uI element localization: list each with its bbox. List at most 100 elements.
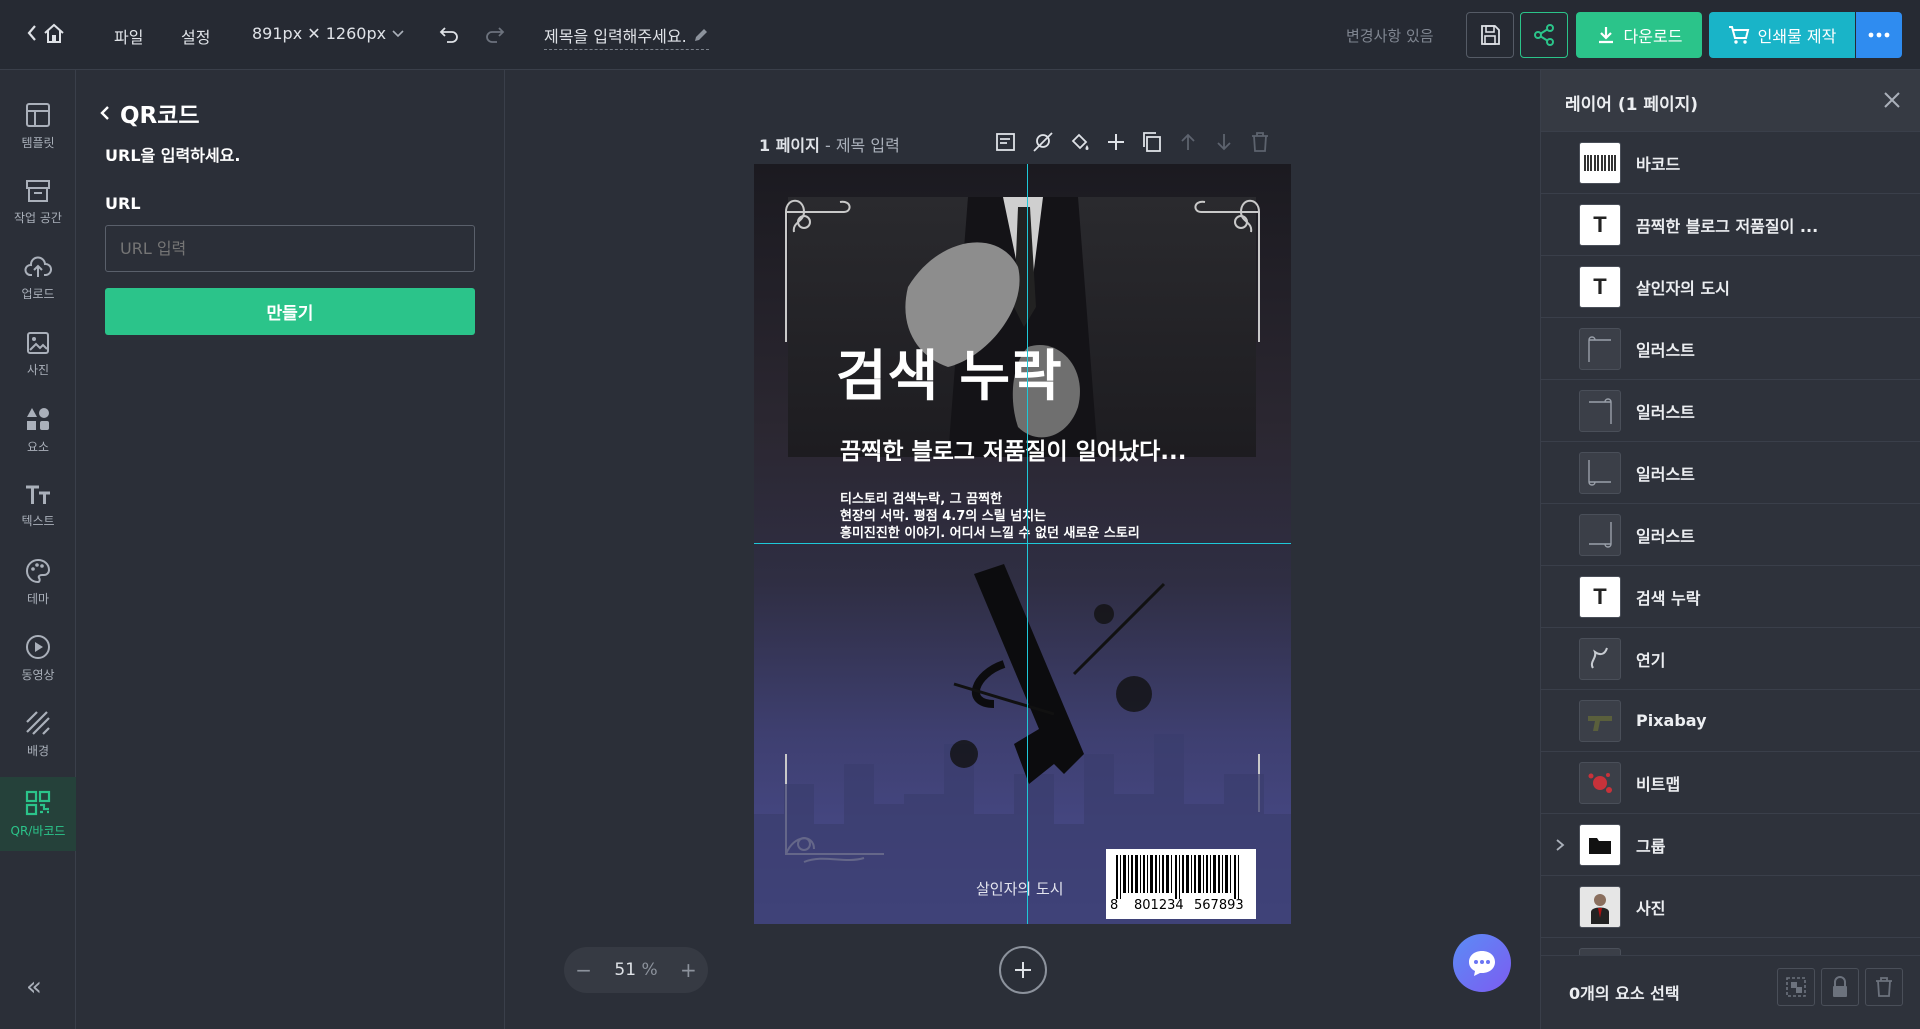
nav-video[interactable]: 동영상 <box>0 621 76 695</box>
layer-item[interactable]: 일러스트 <box>1541 442 1920 504</box>
panel-title: QR코드 <box>120 103 200 129</box>
nav-templates[interactable]: 템플릿 <box>0 89 76 163</box>
layer-item-partial <box>1541 938 1920 955</box>
zoom-in-button[interactable]: + <box>680 958 697 982</box>
template-icon <box>25 102 51 128</box>
share-button[interactable] <box>1520 12 1568 58</box>
layer-name: Pixabay <box>1636 711 1707 730</box>
print-order-button[interactable]: 인쇄물 제작 <box>1709 12 1855 58</box>
page-notes-icon[interactable] <box>995 132 1017 152</box>
palette-icon <box>25 558 51 584</box>
close-icon[interactable] <box>1883 91 1901 109</box>
poster-body[interactable]: 티스토리 검색누락, 그 끔찍한 현장의 서막. 평점 4.7의 스릴 넘치는 … <box>840 491 1140 542</box>
move-up-icon[interactable] <box>1177 132 1199 152</box>
paint-bucket-icon[interactable] <box>1069 132 1091 152</box>
canvas-size-dropdown[interactable]: 891px ✕ 1260px <box>252 24 404 43</box>
poster-photo <box>788 197 1256 457</box>
layer-item[interactable]: T 끔찍한 블로그 저품질이 ... <box>1541 194 1920 256</box>
page-number-label: 1 페이지 <box>759 136 820 155</box>
nav-theme[interactable]: 테마 <box>0 545 76 619</box>
ornament-top-right <box>1194 199 1260 342</box>
delete-icon[interactable] <box>1865 968 1903 1006</box>
expand-chevron-icon[interactable] <box>1555 838 1565 852</box>
nav-label: 템플릿 <box>21 135 55 150</box>
layer-item[interactable]: T 살인자의 도시 <box>1541 256 1920 318</box>
lock-icon[interactable] <box>1821 968 1859 1006</box>
add-page-button[interactable] <box>999 946 1047 994</box>
redo-button[interactable] <box>484 24 506 44</box>
smoke-thumb-icon <box>1579 637 1621 680</box>
layer-item[interactable]: 사진 <box>1541 876 1920 938</box>
hide-icon[interactable] <box>1031 132 1055 152</box>
canvas-area: 1 페이지 - 제목 입력 검색 누락 끔찍한 블로그 저품질이 일어났다...… <box>505 70 1540 1029</box>
zoom-readout: 51 % <box>614 960 657 980</box>
back-home-button[interactable] <box>26 22 66 44</box>
add-page-icon[interactable] <box>1105 132 1127 152</box>
layer-name: 검색 누락 <box>1636 588 1701 608</box>
poster-body-line: 현장의 서막. 평점 4.7의 스릴 넘치는 <box>840 509 1047 524</box>
file-menu[interactable]: 파일 <box>114 24 143 48</box>
url-label: URL <box>105 194 141 213</box>
layer-item-group[interactable]: 그룹 <box>1541 814 1920 876</box>
layer-item[interactable]: 바코드 <box>1541 132 1920 194</box>
poster-subtitle[interactable]: 끔찍한 블로그 저품질이 일어났다... <box>840 432 1186 466</box>
horizontal-guide-line <box>754 543 1291 544</box>
barcode-digits-mid: 801234 <box>1134 898 1184 913</box>
make-qr-button[interactable]: 만들기 <box>105 288 475 335</box>
image-icon <box>26 331 50 355</box>
document-title-input[interactable]: 제목을 입력해주세요. <box>544 23 709 50</box>
settings-menu[interactable]: 설정 <box>181 24 210 48</box>
undo-button[interactable] <box>438 24 460 44</box>
vertical-guide-line <box>1027 164 1028 924</box>
zoom-unit: % <box>641 960 658 980</box>
nav-text[interactable]: 텍스트 <box>0 469 76 543</box>
layer-name: 일러스트 <box>1636 464 1695 484</box>
nav-elements[interactable]: 요소 <box>0 393 76 467</box>
zoom-value: 51 <box>614 960 637 980</box>
save-icon <box>1478 23 1502 47</box>
design-page[interactable]: 검색 누락 끔찍한 블로그 저품질이 일어났다... 티스토리 검색누락, 그 … <box>754 164 1291 924</box>
more-options-button[interactable] <box>1856 12 1902 58</box>
qr-code-panel: QR코드 URL을 입력하세요. URL 만들기 <box>76 70 505 1029</box>
chat-icon <box>1467 949 1497 977</box>
chat-support-button[interactable] <box>1453 934 1511 992</box>
download-button[interactable]: 다운로드 <box>1576 12 1702 58</box>
save-status: 변경사항 있음 <box>1346 27 1434 45</box>
barcode-thumb-icon <box>1579 141 1621 184</box>
group-icon[interactable] <box>1777 968 1815 1006</box>
layer-item[interactable]: T 검색 누락 <box>1541 566 1920 628</box>
layers-panel: 레이어 (1 페이지) 바코드 T 끔찍한 블로그 저품질이 ... T 살인자… <box>1540 70 1920 1029</box>
zoom-control: − 51 % + <box>564 947 708 993</box>
poster-title[interactable]: 검색 누락 <box>836 331 1063 411</box>
zoom-out-button[interactable]: − <box>575 958 592 982</box>
duplicate-page-icon[interactable] <box>1141 132 1163 152</box>
nav-upload[interactable]: 업로드 <box>0 241 76 315</box>
page-title-label: - 제목 입력 <box>819 136 900 155</box>
poster-footer[interactable]: 살인자의 도시 <box>976 878 1064 899</box>
panel-back-button[interactable]: QR코드 <box>100 96 200 130</box>
nav-background[interactable]: 배경 <box>0 697 76 771</box>
poster-body-line: 티스토리 검색누락, 그 끔찍한 <box>840 492 1003 507</box>
nav-photos[interactable]: 사진 <box>0 317 76 391</box>
nav-qr-barcode[interactable]: QR/바코드 <box>0 777 76 851</box>
layer-name: 연기 <box>1636 650 1666 670</box>
nav-label: 작업 공간 <box>14 210 62 225</box>
layer-name: 사진 <box>1636 898 1666 918</box>
nav-workspace[interactable]: 작업 공간 <box>0 165 76 239</box>
layer-item[interactable]: 일러스트 <box>1541 380 1920 442</box>
move-down-icon[interactable] <box>1213 132 1235 152</box>
layer-item[interactable]: Pixabay <box>1541 690 1920 752</box>
url-input[interactable] <box>105 225 475 272</box>
archive-icon <box>25 179 51 203</box>
layers-title: 레이어 (1 페이지) <box>1565 95 1699 115</box>
collapse-sidebar-button[interactable]: « <box>26 972 42 1002</box>
layer-name: 그룹 <box>1636 836 1666 856</box>
trash-icon[interactable] <box>1249 132 1271 152</box>
barcode[interactable]: 8 801234 567893 <box>1106 849 1256 919</box>
save-button[interactable] <box>1466 12 1514 58</box>
layers-header: 레이어 (1 페이지) <box>1541 70 1920 132</box>
layer-item[interactable]: 비트맵 <box>1541 752 1920 814</box>
layer-item[interactable]: 일러스트 <box>1541 318 1920 380</box>
layer-item[interactable]: 일러스트 <box>1541 504 1920 566</box>
layer-item[interactable]: 연기 <box>1541 628 1920 690</box>
